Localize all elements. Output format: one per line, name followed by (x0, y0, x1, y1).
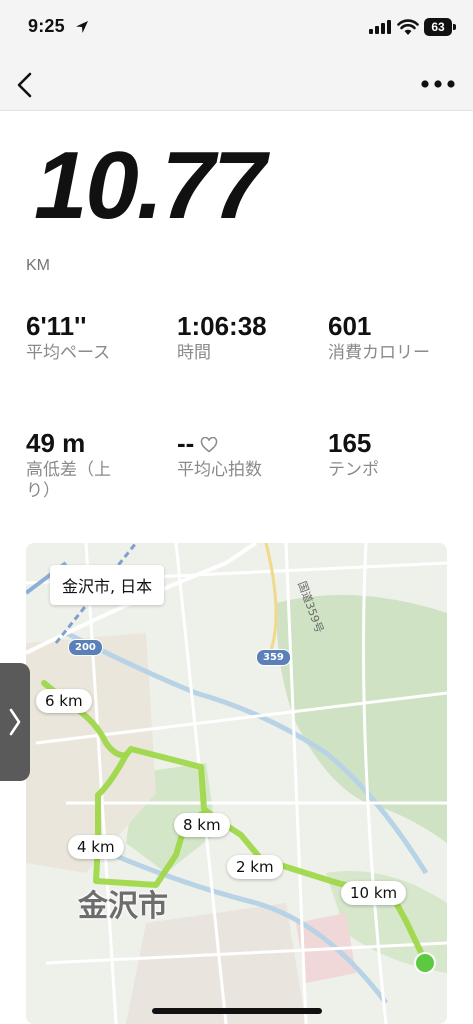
km-marker: 6 km (36, 689, 92, 713)
chevron-right-icon (9, 708, 21, 736)
more-dots-icon[interactable] (418, 74, 458, 94)
status-time: 9:25 (28, 16, 65, 36)
distance-unit: KM (26, 257, 50, 274)
route-map[interactable]: 諸江通り 国道359号 金沢市, 日本 200 359 金沢市 6 km 8 k… (26, 543, 447, 1024)
stat-cadence: 165 テンポ (328, 429, 468, 481)
nav-bar (0, 60, 473, 111)
stat-value-row: -- (177, 429, 317, 458)
km-marker: 8 km (174, 813, 230, 837)
stat-label: テンポ (328, 459, 379, 480)
road-badge: 359 (256, 649, 291, 666)
stat-elevation-gain: 49 m 高低差（上り） (26, 429, 126, 502)
stat-value: 165 (328, 428, 372, 458)
map-location-label: 金沢市, 日本 (50, 565, 165, 605)
city-label: 金沢市 (78, 889, 168, 924)
cellular-signal-icon (369, 20, 391, 34)
stat-value: 49 m (26, 428, 86, 458)
wifi-icon (397, 19, 419, 35)
stat-label: 消費カロリー (328, 342, 430, 363)
distance-value: 10.77 (34, 132, 266, 239)
km-marker: 2 km (227, 855, 283, 879)
stat-avg-heart-rate: -- 平均心拍数 (177, 429, 317, 481)
stat-avg-pace: 6'11'' 平均ペース (26, 312, 166, 364)
battery-icon: 63 (424, 18, 456, 36)
stat-duration: 1:06:38 時間 (177, 312, 317, 364)
home-indicator[interactable] (152, 1008, 322, 1014)
stat-label: 平均ペース (26, 342, 111, 363)
stat-label: 高低差（上り） (26, 459, 111, 501)
map-canvas: 諸江通り 国道359号 (26, 543, 447, 1024)
stat-value: 601 (328, 311, 372, 341)
location-arrow-icon (76, 21, 88, 33)
stat-value: 1:06:38 (177, 311, 267, 341)
end-marker (414, 952, 436, 974)
stat-calories: 601 消費カロリー (328, 312, 440, 364)
stat-label: 時間 (177, 342, 211, 363)
km-marker: 10 km (341, 881, 407, 905)
stat-label: 平均心拍数 (177, 459, 262, 480)
battery-level: 63 (431, 20, 445, 34)
heart-outline-icon (201, 437, 218, 453)
chevron-left-icon[interactable] (10, 68, 42, 102)
stat-value: 6'11'' (26, 311, 87, 341)
stat-value: -- (177, 428, 195, 458)
km-marker: 4 km (68, 835, 124, 859)
road-badge: 200 (68, 639, 103, 656)
status-bar: 9:25 63 (0, 0, 473, 60)
side-panel-handle[interactable] (0, 663, 30, 781)
